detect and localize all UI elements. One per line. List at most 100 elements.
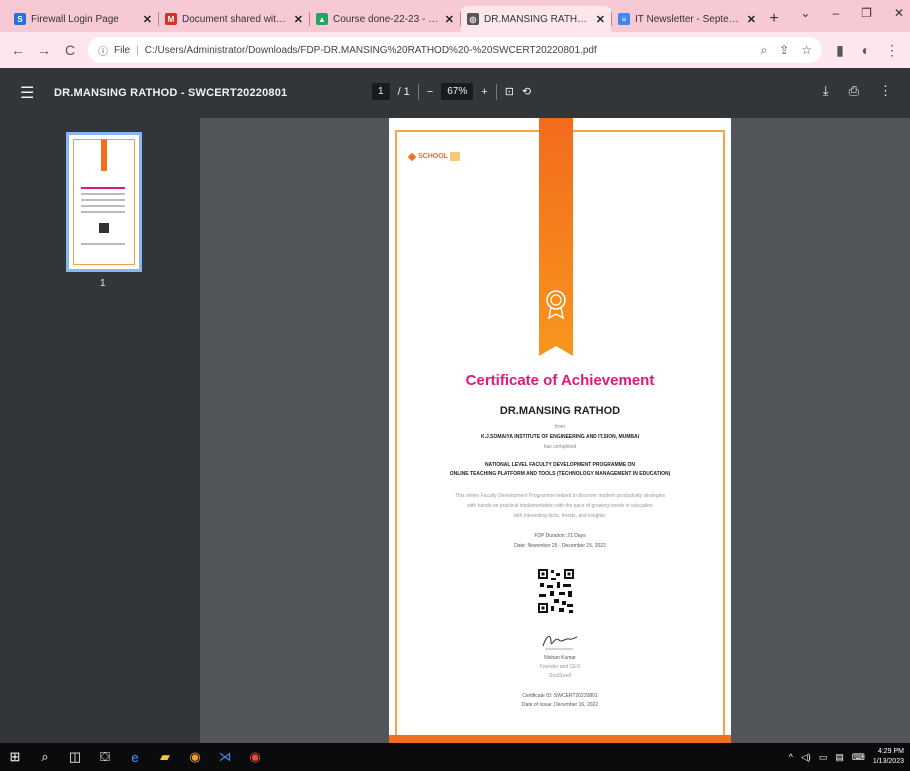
page-number-input[interactable]: 1 bbox=[372, 83, 390, 100]
fit-page-icon[interactable]: ⊡ bbox=[505, 85, 514, 98]
description-line-3: with interesting facts, trends, and insi… bbox=[513, 513, 607, 519]
chrome-active-icon[interactable]: ◉ bbox=[240, 743, 270, 771]
omnibox-actions: ⌕ ⇪ ☆ bbox=[760, 43, 812, 58]
edge-icon[interactable]: e bbox=[120, 743, 150, 771]
file-explorer-icon[interactable]: ▰ bbox=[150, 743, 180, 771]
school-logo: SCHOOL bbox=[407, 152, 460, 161]
tab-title: IT Newsletter - September-Dec bbox=[635, 13, 743, 25]
thumbnail-line bbox=[81, 205, 125, 207]
sidepanel-icon[interactable]: ▮ bbox=[832, 42, 848, 59]
windows-start-icon[interactable]: ⊞ bbox=[0, 743, 30, 771]
store-icon[interactable]: ⛋ bbox=[90, 743, 120, 771]
certificate-title: Certificate of Achievement bbox=[465, 372, 655, 389]
signer-name: Nishan Kumar bbox=[544, 655, 576, 661]
tab-favicon-icon: ≡ bbox=[618, 13, 630, 25]
share-icon[interactable]: ⇪ bbox=[779, 43, 789, 58]
url-text: C:/Users/Administrator/Downloads/FDP-DR.… bbox=[144, 44, 597, 56]
page-thumbnail[interactable] bbox=[66, 132, 142, 272]
tab-title: Firewall Login Page bbox=[31, 13, 119, 25]
description-line-1: This online Faculty Development Programm… bbox=[454, 493, 666, 499]
browser-tab[interactable]: S Firewall Login Page ✕ bbox=[8, 6, 158, 32]
tab-title: Document shared with you: "IT bbox=[182, 13, 290, 25]
tab-title: DR.MANSING RATHOD - SWCE bbox=[484, 13, 592, 25]
tab-favicon-icon: ▲ bbox=[316, 13, 328, 25]
tab-close-icon[interactable]: ✕ bbox=[747, 13, 756, 26]
print-icon[interactable]: ⎙ bbox=[849, 83, 859, 99]
menu-icon[interactable]: ☰ bbox=[20, 83, 40, 103]
info-icon[interactable]: ⓘ bbox=[98, 43, 108, 58]
pdf-toolbar: ☰ DR.MANSING RATHOD - SWCERT20220801 1 /… bbox=[0, 68, 910, 118]
logo-box bbox=[449, 152, 460, 161]
browser-tab[interactable]: M Document shared with you: "IT ✕ bbox=[159, 6, 309, 32]
program-line-1: NATIONAL LEVEL FACULTY DEVELOPMENT PROGR… bbox=[484, 462, 636, 468]
notification-icon[interactable]: ▤ bbox=[835, 752, 844, 763]
divider bbox=[495, 83, 497, 100]
tab-search-icon[interactable]: ⌄ bbox=[800, 6, 810, 20]
back-icon[interactable]: ← bbox=[10, 42, 26, 58]
maximize-button[interactable]: ❐ bbox=[861, 6, 872, 20]
tab-strip: S Firewall Login Page ✕ M Document shared wi… bbox=[0, 0, 910, 32]
zoom-out-button[interactable]: − bbox=[427, 86, 433, 98]
zoom-icon[interactable]: ⌕ bbox=[760, 43, 767, 58]
certificate-bottom-band bbox=[389, 735, 731, 743]
thumbnail-line bbox=[81, 199, 125, 201]
zoom-input[interactable]: 67% bbox=[441, 83, 474, 100]
badge-icon bbox=[546, 290, 566, 320]
tab-favicon-icon: M bbox=[165, 13, 177, 25]
vscode-icon[interactable]: ⋊ bbox=[210, 743, 240, 771]
browser-tab[interactable]: ≡ IT Newsletter - September-Dec ✕ bbox=[612, 6, 762, 32]
volume-icon[interactable]: ◁) bbox=[801, 752, 811, 763]
institute-name: K.J.SOMAIYA INSTITUTE OF ENGINEERING AND… bbox=[480, 434, 640, 440]
window-controls: ⌄ – ❐ ✕ bbox=[800, 6, 904, 20]
bookmark-star-icon[interactable]: ☆ bbox=[801, 43, 812, 58]
zoom-in-button[interactable]: + bbox=[481, 86, 487, 98]
keyboard-icon[interactable]: ⌨ bbox=[852, 752, 865, 763]
logo-text: SCHOOL bbox=[418, 153, 448, 160]
fdp-date: Date: November 25 - December 15, 2022 bbox=[514, 543, 606, 549]
tab-close-icon[interactable]: ✕ bbox=[445, 13, 454, 26]
page-total: / 1 bbox=[397, 85, 410, 98]
completed-label: has completed bbox=[543, 444, 577, 450]
chrome-icon[interactable]: ◉ bbox=[180, 743, 210, 771]
signature bbox=[542, 636, 578, 650]
close-window-button[interactable]: ✕ bbox=[894, 6, 904, 20]
address-bar: ← → C ⓘ File | C:/Users/Administrator/Do… bbox=[0, 32, 910, 68]
rotate-icon[interactable]: ⟲ bbox=[522, 85, 531, 98]
task-view-icon[interactable]: ◫ bbox=[60, 743, 90, 771]
reload-icon[interactable]: C bbox=[62, 42, 78, 58]
minimize-button[interactable]: – bbox=[832, 6, 839, 20]
download-icon[interactable]: ⤓ bbox=[823, 83, 829, 99]
browser-tab[interactable]: ▲ Course done-22-23 - Google D ✕ bbox=[310, 6, 460, 32]
pdf-viewer[interactable]: SCHOOL Certificate of Achievement DR.MAN… bbox=[200, 118, 910, 743]
network-icon[interactable]: ▭ bbox=[819, 752, 828, 763]
thumbnail-line bbox=[81, 211, 125, 213]
tab-close-icon[interactable]: ✕ bbox=[143, 13, 152, 26]
signer-role: Founder and CEO bbox=[539, 664, 581, 670]
pdf-actions: ⤓ ⎙ ⋮ bbox=[823, 83, 892, 99]
thumbnail-page-number: 1 bbox=[100, 278, 106, 289]
logo-diamond-icon bbox=[407, 152, 417, 161]
tray-chevron-icon[interactable]: ^ bbox=[789, 752, 793, 762]
new-tab-button[interactable]: + bbox=[762, 6, 786, 32]
recipient-name: DR.MANSING RATHOD bbox=[499, 405, 621, 417]
security-label: File bbox=[114, 44, 131, 56]
more-actions-icon[interactable]: ⋮ bbox=[879, 83, 892, 99]
clock[interactable]: 4:29 PM 1/13/2023 bbox=[873, 747, 904, 767]
certificate-id: Certificate ID: SWCERT20220801 bbox=[522, 693, 598, 699]
browser-menu-icon[interactable]: ⋮ bbox=[884, 42, 900, 59]
clock-time: 4:29 PM bbox=[877, 748, 904, 755]
tab-close-icon[interactable]: ✕ bbox=[294, 13, 303, 26]
clock-date: 1/13/2023 bbox=[872, 758, 904, 765]
browser-tab[interactable]: ◎ DR.MANSING RATHOD - SWCE ✕ bbox=[461, 6, 611, 32]
thumbnail-ribbon bbox=[101, 139, 107, 171]
tab-close-icon[interactable]: ✕ bbox=[596, 13, 605, 26]
system-tray: ^ ◁) ▭ ▤ ⌨ 4:29 PM 1/13/2023 bbox=[789, 747, 904, 767]
forward-icon[interactable]: → bbox=[36, 42, 52, 58]
document-title: DR.MANSING RATHOD - SWCERT20220801 bbox=[54, 87, 288, 99]
extensions-icon[interactable]: ◐ bbox=[858, 42, 874, 58]
search-icon[interactable]: ⌕ bbox=[30, 743, 60, 771]
pdf-controls: 1 / 1 − 67% + ⊡ ⟲ bbox=[372, 83, 531, 100]
description-line-2: with hands-on practical implementation w… bbox=[467, 503, 653, 509]
url-input[interactable]: ⓘ File | C:/Users/Administrator/Download… bbox=[88, 37, 822, 63]
program-line-2: ONLINE TEACHING PLATFORM AND TOOLS (TECH… bbox=[449, 471, 671, 477]
